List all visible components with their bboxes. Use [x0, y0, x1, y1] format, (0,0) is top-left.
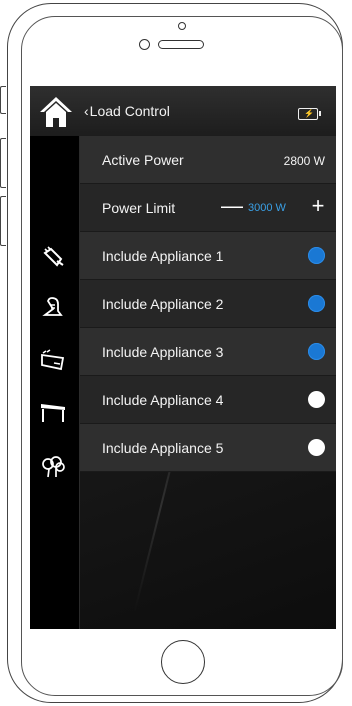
appliance-row-5[interactable]: Include Appliance 5 — [80, 424, 336, 472]
volume-down-button — [0, 196, 6, 246]
appliance-label: Include Appliance 3 — [102, 344, 224, 360]
appliance-row-1[interactable]: Include Appliance 1 — [80, 232, 336, 280]
top-bar: ‹Load Control ⚡ — [30, 86, 336, 136]
proximity-sensor — [139, 39, 150, 50]
table-icon[interactable] — [39, 400, 67, 424]
appliance-label: Include Appliance 1 — [102, 248, 224, 264]
appliance-row-2[interactable]: Include Appliance 2 — [80, 280, 336, 328]
appliance-5-toggle[interactable] — [308, 439, 325, 456]
home-icon[interactable] — [38, 95, 74, 129]
page-title: Load Control — [89, 103, 170, 119]
mute-switch — [0, 86, 6, 114]
increase-limit-button[interactable]: + — [308, 194, 328, 218]
plug-icon[interactable] — [39, 245, 67, 269]
battery-charging-icon: ⚡ — [298, 108, 321, 120]
settings-list: Active Power 2800 W Power Limit — 3000 W… — [80, 136, 336, 629]
appliance-row-3[interactable]: Include Appliance 3 — [80, 328, 336, 376]
active-power-label: Active Power — [102, 152, 184, 168]
front-camera — [178, 22, 186, 30]
appliance-4-toggle[interactable] — [308, 391, 325, 408]
back-button[interactable]: ‹Load Control — [84, 103, 170, 119]
bolt-icon: ⚡ — [304, 109, 314, 118]
appliance-1-toggle[interactable] — [308, 247, 325, 264]
appliance-label: Include Appliance 2 — [102, 296, 224, 312]
appliance-3-toggle[interactable] — [308, 343, 325, 360]
app-screen: ‹Load Control ⚡ Active Power 2800 W Powe… — [30, 86, 336, 629]
power-limit-label: Power Limit — [102, 200, 176, 216]
power-limit-value: 3000 W — [248, 202, 286, 214]
chevron-left-icon: ‹ — [84, 103, 89, 119]
appliance-row-4[interactable]: Include Appliance 4 — [80, 376, 336, 424]
appliance-label: Include Appliance 4 — [102, 392, 224, 408]
active-power-row: Active Power 2800 W — [80, 136, 336, 184]
volume-up-button — [0, 138, 6, 188]
appliance-2-toggle[interactable] — [308, 295, 325, 312]
active-power-value: 2800 W — [283, 154, 325, 168]
tree-icon[interactable] — [39, 454, 67, 478]
bell-icon[interactable] — [39, 295, 67, 319]
decrease-limit-button[interactable]: — — [221, 194, 243, 218]
hardware-home-button[interactable] — [161, 640, 205, 684]
appliance-label: Include Appliance 5 — [102, 440, 224, 456]
wallet-icon[interactable] — [39, 348, 67, 372]
earpiece-speaker — [158, 40, 204, 49]
sidebar — [30, 136, 80, 629]
power-limit-row: Power Limit — 3000 W + — [80, 184, 336, 232]
